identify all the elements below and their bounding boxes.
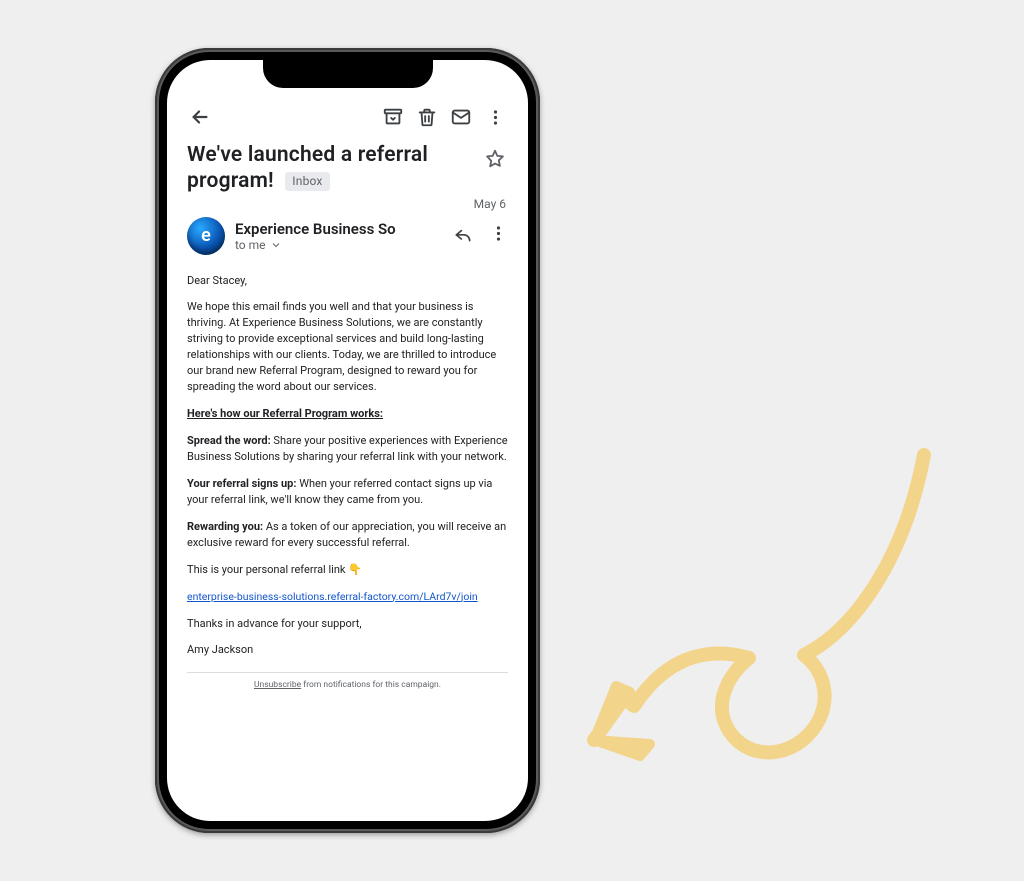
step-3: Rewarding you: As a token of our appreci… xyxy=(187,519,508,551)
how-it-works-heading: Here's how our Referral Program works: xyxy=(187,406,508,422)
email-body-scroll[interactable]: Dear Stacey, We hope this email finds yo… xyxy=(185,263,510,822)
step-2: Your referral signs up: When your referr… xyxy=(187,476,508,508)
signoff: Amy Jackson xyxy=(187,642,508,658)
referral-link[interactable]: enterprise-business-solutions.referral-f… xyxy=(187,590,478,603)
phone-notch xyxy=(263,60,433,88)
chevron-down-icon xyxy=(270,239,282,251)
archive-icon[interactable] xyxy=(380,104,406,130)
recipient-label: to me xyxy=(235,238,266,252)
unsubscribe-link[interactable]: Unsubscribe xyxy=(254,680,301,690)
decorative-arrow-icon xyxy=(554,430,974,790)
more-vert-icon[interactable] xyxy=(489,224,508,247)
phone-frame: We've launched a referral program! Inbox… xyxy=(155,48,540,833)
step-1: Spread the word: Share your positive exp… xyxy=(187,433,508,465)
sender-name: Experience Business So xyxy=(235,220,443,238)
email-date: May 6 xyxy=(185,195,510,217)
trash-icon[interactable] xyxy=(414,104,440,130)
back-icon[interactable] xyxy=(187,104,213,130)
email-subject: We've launched a referral program! Inbox xyxy=(187,142,474,195)
unsubscribe-line: Unsubscribe from notifications for this … xyxy=(187,679,508,691)
email-toolbar xyxy=(185,98,510,140)
email-client: We've launched a referral program! Inbox… xyxy=(167,60,528,821)
folder-badge[interactable]: Inbox xyxy=(285,172,329,191)
personal-link-line: This is your personal referral link 👇 xyxy=(187,562,508,578)
thanks-line: Thanks in advance for your support, xyxy=(187,616,508,632)
greeting: Dear Stacey, xyxy=(187,273,508,289)
unsubscribe-tail: from notifications for this campaign. xyxy=(301,680,441,690)
more-vert-icon[interactable] xyxy=(482,104,508,130)
reply-icon[interactable] xyxy=(453,224,473,248)
subject-row: We've launched a referral program! Inbox xyxy=(185,140,510,195)
divider xyxy=(187,672,508,673)
intro-paragraph: We hope this email finds you well and th… xyxy=(187,299,508,395)
phone-screen: We've launched a referral program! Inbox… xyxy=(167,60,528,821)
step-2-label: Your referral signs up: xyxy=(187,477,296,490)
star-outline-icon[interactable] xyxy=(482,146,508,172)
avatar[interactable]: e xyxy=(187,217,225,255)
step-3-label: Rewarding you: xyxy=(187,520,263,533)
step-1-label: Spread the word: xyxy=(187,434,271,447)
mail-icon[interactable] xyxy=(448,104,474,130)
sender-row: e Experience Business So to me xyxy=(185,217,510,263)
recipient-dropdown[interactable]: to me xyxy=(235,238,443,252)
